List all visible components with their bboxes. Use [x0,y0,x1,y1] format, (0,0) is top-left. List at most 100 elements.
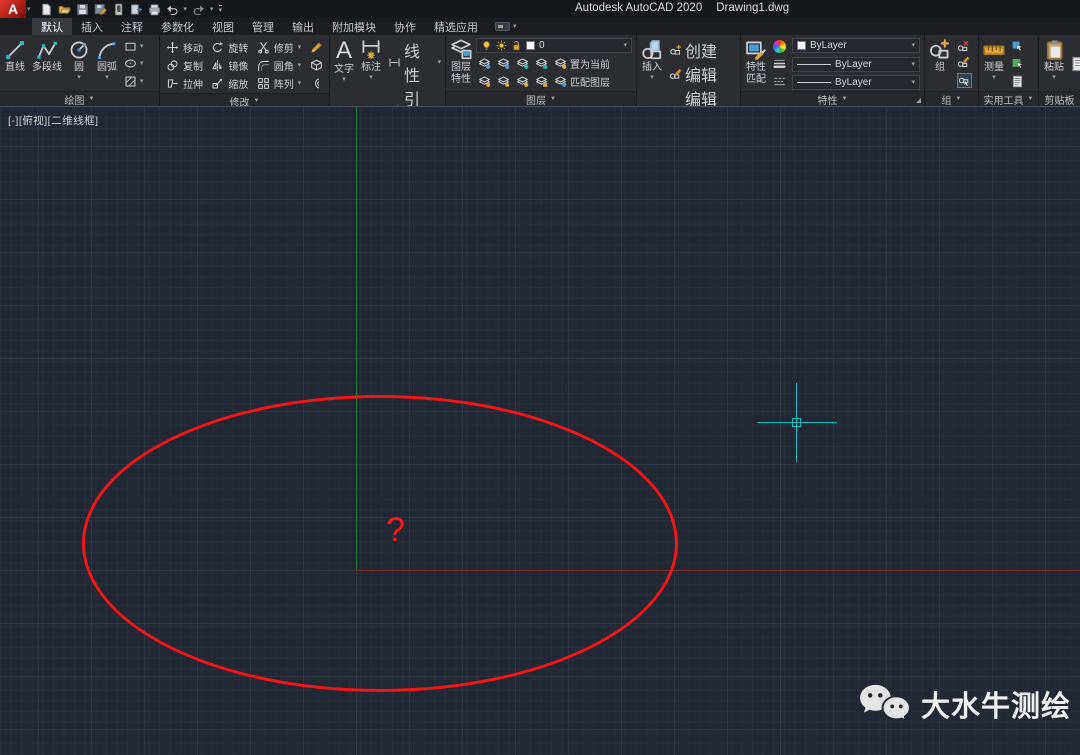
transfer-icon[interactable] [130,3,143,16]
app-title: Autodesk AutoCAD 2020 [575,2,702,14]
open-from-mobile-icon[interactable] [112,3,125,16]
edit-block-button[interactable]: 编辑 [669,62,736,86]
text-button[interactable]: A 文字 [332,37,356,106]
edit-attributes-button[interactable]: 编辑属性 [669,86,736,106]
ellipse-tool-button[interactable] [124,57,144,70]
open-folder-icon[interactable] [58,3,71,16]
color-wheel-icon[interactable] [773,40,786,53]
undo-icon[interactable] [166,3,179,16]
tab-parametric[interactable]: 参数化 [152,18,203,35]
application-menu-caret-icon[interactable]: ▾ [27,5,31,13]
group-edit-button[interactable] [957,56,972,69]
polyline-button[interactable]: 多段线 [30,37,64,91]
tab-featured-apps[interactable]: 精选应用 [425,18,487,35]
explode-button[interactable] [308,56,325,74]
group-selection-toggle[interactable] [957,73,972,88]
layer-unisolate-icon[interactable] [497,75,510,88]
stretch-button[interactable]: 拉伸 [164,74,205,92]
layer-on-icon[interactable] [478,75,491,88]
arc-flyout-caret-icon[interactable] [105,74,109,81]
redo-icon[interactable] [192,3,205,16]
panel-label-properties[interactable]: 特性 [741,91,924,106]
application-menu-button[interactable]: A [0,0,26,18]
ribbon-display-toggle[interactable] [495,18,517,35]
match-layer-button[interactable]: 匹配图层 [554,74,610,89]
tab-insert[interactable]: 插入 [72,18,112,35]
tab-annotate[interactable]: 注释 [112,18,152,35]
hatch-button[interactable] [124,75,144,88]
trim-button[interactable]: 修剪 [255,38,304,56]
leader-icon [388,104,401,107]
layer-properties-button[interactable]: 图层 特性 [448,37,474,91]
tab-manage[interactable]: 管理 [243,18,283,35]
panel-label-layers[interactable]: 图层 [446,91,636,106]
linear-dimension-button[interactable]: 线性 [388,38,441,86]
erase-pencil-icon [310,41,323,54]
drawing-canvas[interactable]: [-][俯视][二维线框] ? 大水牛测绘 [0,107,1080,755]
viewport-controls[interactable]: [-][俯视][二维线框] [8,113,99,128]
linetype-icon[interactable] [773,75,786,88]
layer-thaw-icon[interactable] [516,75,529,88]
tab-output[interactable]: 输出 [283,18,323,35]
plot-printer-icon[interactable] [148,3,161,16]
tab-collaborate[interactable]: 协作 [385,18,425,35]
panel-label-draw[interactable]: 绘图 [0,91,159,106]
quick-select-button[interactable] [1011,40,1024,53]
panel-group: 组 组 [925,35,979,106]
line-button[interactable]: 直线 [2,37,28,91]
insert-block-button[interactable]: 插入 [639,37,665,106]
rotate-button[interactable]: 旋转 [209,38,250,56]
object-color-dropdown[interactable]: ByLayer [792,38,920,53]
panel-label-modify[interactable]: 修改 [160,93,329,106]
save-as-icon[interactable] [94,3,107,16]
lineweight-dropdown[interactable]: ByLayer [792,57,920,72]
fillet-button[interactable]: 圆角 [255,56,304,74]
rectangle-button[interactable] [124,40,144,53]
scale-button[interactable]: 缩放 [209,74,250,92]
array-button[interactable]: 阵列 [255,74,304,92]
circle-button[interactable]: 圆 [66,37,92,91]
layer-unlock-row-icon[interactable] [535,75,548,88]
copy-button[interactable]: 复制 [164,56,205,74]
move-button[interactable]: 移动 [164,38,205,56]
linetype-dropdown[interactable]: ByLayer [792,75,920,90]
layer-freeze-icon[interactable] [516,57,529,70]
paste-button[interactable]: 粘贴 [1041,37,1067,91]
mirror-button[interactable]: 镜像 [209,56,250,74]
measure-button[interactable]: 测量 [981,37,1007,91]
tab-view[interactable]: 视图 [203,18,243,35]
new-file-icon[interactable] [40,3,53,16]
panel-label-utilities[interactable]: 实用工具 [979,91,1038,106]
tab-addins[interactable]: 附加模块 [323,18,385,35]
quick-calc-button[interactable] [1011,57,1024,70]
layer-isolate-icon[interactable] [497,57,510,70]
circle-flyout-caret-icon[interactable] [77,74,81,81]
panel-label-clipboard[interactable]: 剪贴板 [1039,91,1080,106]
join-button[interactable] [308,74,325,92]
layer-off-icon[interactable] [478,57,491,70]
mirror-icon [211,59,224,72]
tab-home[interactable]: 默认 [32,18,72,35]
lineweight-icon[interactable] [773,57,786,70]
set-current-layer-button[interactable]: 置为当前 [554,56,610,71]
match-properties-button[interactable]: 特性 匹配 [743,37,769,91]
copy-clip-partial-icon[interactable] [1071,56,1080,72]
save-icon[interactable] [76,3,89,16]
customize-qat-icon[interactable] [219,5,223,14]
group-button[interactable]: 组 [927,37,953,91]
match-properties-icon [745,39,767,61]
properties-dialog-launcher-icon[interactable] [913,95,921,103]
list-button[interactable] [1011,75,1024,88]
drawn-ellipse[interactable] [82,395,678,692]
redo-caret-icon[interactable] [210,6,214,13]
dimension-button[interactable]: 标注 [358,37,384,106]
ungroup-button[interactable] [957,40,972,53]
layer-lock-icon[interactable] [535,57,548,70]
create-block-button[interactable]: 创建 [669,38,736,62]
erase-button[interactable] [308,38,325,56]
undo-caret-icon[interactable] [184,6,188,13]
leader-button[interactable]: 引线 [388,86,441,106]
panel-label-group[interactable]: 组 [925,91,978,106]
layer-dropdown[interactable]: 0 [476,38,632,53]
arc-button[interactable]: 圆弧 [94,37,120,91]
